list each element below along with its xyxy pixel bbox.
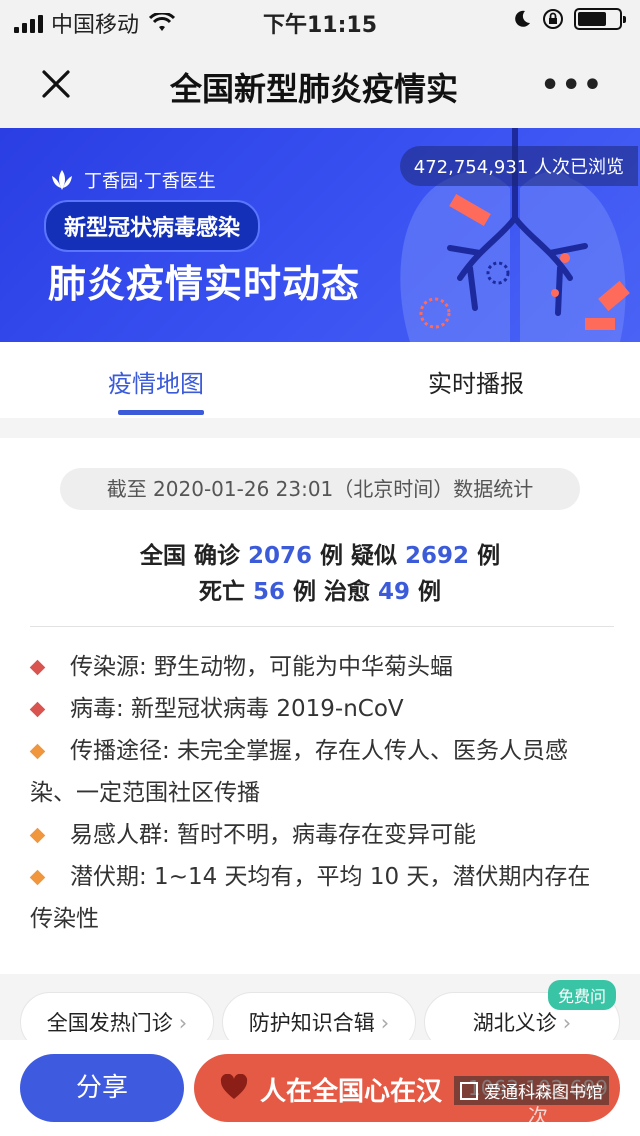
cured-label: 治愈 xyxy=(324,579,370,605)
fact-text: 病毒: 新型冠状病毒 2019-nCoV xyxy=(70,696,404,722)
national-label: 全国 xyxy=(139,543,186,569)
chip-label: 湖北义诊 xyxy=(472,1011,557,1035)
fact-list: 传染源: 野生动物，可能为中华菊头蝠 病毒: 新型冠状病毒 2019-nCoV … xyxy=(29,646,610,940)
quick-links: 全国发热门诊 › 防护知识合辑 › 湖北义诊 › 免费问 xyxy=(0,974,640,1052)
banner-badge: 新型冠状病毒感染 xyxy=(44,200,261,252)
watermark: 爱通科森图书馆 xyxy=(454,1076,609,1105)
diamond-bullet-icon xyxy=(29,659,46,676)
share-button[interactable]: 分享 xyxy=(20,1054,184,1122)
watermark-logo-icon xyxy=(460,1081,478,1100)
chevron-right-icon: › xyxy=(380,1011,390,1035)
fact-text: 传染源: 野生动物，可能为中华菊头蝠 xyxy=(70,654,454,680)
fact-text: 潜伏期: 1~14 天均有，平均 10 天，潜伏期内存在传染性 xyxy=(30,864,591,932)
rotation-lock-icon xyxy=(543,9,563,29)
status-bar: 中国移动 下午11:15 xyxy=(0,0,640,40)
banner-headline: 肺炎疫情实时动态 xyxy=(48,262,361,306)
unit-label: 例 xyxy=(418,579,442,605)
unit-label: 例 xyxy=(292,579,316,605)
battery-level xyxy=(578,12,606,26)
fact-item: 传播途径: 未完全掌握，存在人传人、医务人员感染、一定范围社区传播 xyxy=(29,730,610,814)
fact-text: 易感人群: 暂时不明，病毒存在变异可能 xyxy=(70,822,477,848)
brand-name: 丁香园·丁香医生 xyxy=(84,171,216,192)
unit-label: 例 xyxy=(477,543,501,569)
more-menu-icon[interactable]: ••• xyxy=(540,68,604,103)
deaths-label: 死亡 xyxy=(198,579,245,605)
confirmed-label: 确诊 xyxy=(193,543,240,569)
status-right xyxy=(512,8,626,30)
tab-live-news[interactable]: 实时播报 xyxy=(428,364,524,399)
divider xyxy=(30,626,614,627)
view-counter: 472,754,931 人次已浏览 xyxy=(399,146,638,186)
fact-text: 传播途径: 未完全掌握，存在人传人、医务人员感染、一定范围社区传播 xyxy=(30,738,569,806)
fact-item: 潜伏期: 1~14 天均有，平均 10 天，潜伏期内存在传染性 xyxy=(29,856,610,940)
fact-item: 易感人群: 暂时不明，病毒存在变异可能 xyxy=(29,814,610,856)
tab-epidemic-map[interactable]: 疫情地图 xyxy=(108,364,204,399)
battery-icon xyxy=(574,8,626,30)
summary-card: 截至 2020-01-26 23:01（北京时间）数据统计 全国 确诊 2076… xyxy=(0,438,640,974)
chip-label: 全国发热门诊 xyxy=(46,1011,173,1035)
stats-line-confirmed: 全国 确诊 2076 例 疑似 2692 例 xyxy=(0,536,640,570)
diamond-bullet-icon xyxy=(29,701,46,718)
bottom-action-bar: 分享 人在全国心在汉 1063,102,689 次 爱通科森图书馆 xyxy=(0,1040,640,1136)
suspected-label: 疑似 xyxy=(351,543,398,569)
watermark-text: 爱通科森图书馆 xyxy=(484,1083,603,1103)
unit-label: 例 xyxy=(320,543,343,569)
diamond-bullet-icon xyxy=(29,743,46,760)
support-label: 人在全国心在汉 xyxy=(260,1077,443,1107)
cured-count: 49 xyxy=(378,579,411,605)
moon-icon xyxy=(515,10,530,27)
fact-item: 传染源: 野生动物，可能为中华菊头蝠 xyxy=(29,646,610,688)
free-consult-tag: 免费问 xyxy=(548,980,617,1010)
chevron-right-icon: › xyxy=(562,1011,572,1035)
brand-logo: 丁香园·丁香医生 xyxy=(48,166,216,194)
close-icon[interactable] xyxy=(36,64,76,104)
deaths-count: 56 xyxy=(252,579,285,605)
suspected-count: 2692 xyxy=(405,543,470,569)
heart-icon xyxy=(220,1074,248,1099)
fact-item: 病毒: 新型冠状病毒 2019-nCoV xyxy=(29,688,610,730)
diamond-bullet-icon xyxy=(29,869,46,886)
nav-bar: 全国新型肺炎疫情实 ••• xyxy=(0,40,640,128)
stats-line-deaths: 死亡 56 例 治愈 49 例 xyxy=(0,572,640,606)
diamond-bullet-icon xyxy=(29,827,46,844)
active-tab-indicator xyxy=(118,410,204,415)
clove-logo-icon xyxy=(52,170,72,190)
page-title: 全国新型肺炎疫情实 xyxy=(170,70,459,108)
tab-bar: 疫情地图 实时播报 xyxy=(0,342,640,418)
chevron-right-icon: › xyxy=(178,1011,188,1035)
chip-label: 防护知识合辑 xyxy=(248,1011,375,1035)
date-stamp: 截至 2020-01-26 23:01（北京时间）数据统计 xyxy=(60,468,580,510)
confirmed-count: 2076 xyxy=(247,543,312,569)
hero-banner: 丁香园·丁香医生 新型冠状病毒感染 肺炎疫情实时动态 472,754,931 人… xyxy=(0,128,640,342)
